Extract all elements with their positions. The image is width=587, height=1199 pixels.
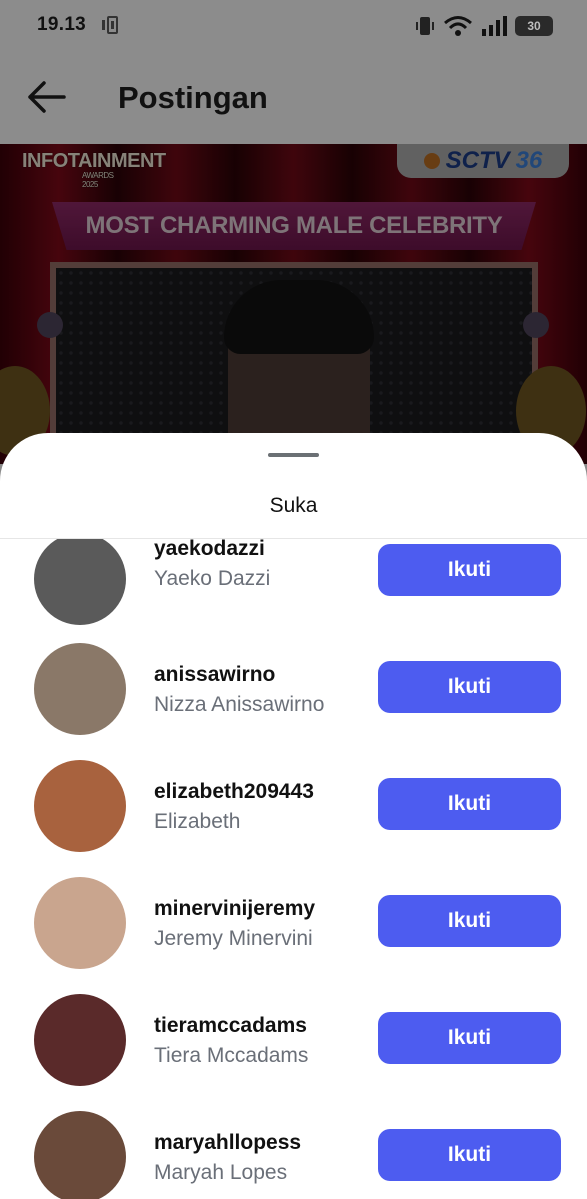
dim-overlay	[0, 144, 587, 464]
user-name: Yaeko Dazzi	[154, 567, 271, 590]
sheet-title: Suka	[269, 494, 318, 517]
user-handle[interactable]: yaekodazzi	[154, 539, 265, 561]
follow-button[interactable]: Ikuti	[378, 1012, 561, 1064]
user-name: Jeremy Minervini	[154, 927, 313, 950]
media-icon	[102, 16, 118, 34]
user-name: Nizza Anissawirno	[154, 693, 325, 716]
status-icons: 30	[415, 14, 553, 38]
user-handle[interactable]: minervinijeremy	[154, 897, 315, 921]
list-item: anissawirno Nizza Anissawirno Ikuti	[0, 643, 587, 760]
status-time: 19.13	[37, 14, 87, 35]
avatar[interactable]	[34, 877, 126, 969]
list-item: tieramccadams Tiera Mccadams Ikuti	[0, 994, 587, 1111]
battery-icon: 30	[515, 16, 553, 36]
user-handle[interactable]: tieramccadams	[154, 1014, 307, 1038]
follow-button[interactable]: Ikuti	[378, 661, 561, 713]
user-name: Elizabeth	[154, 810, 241, 833]
avatar[interactable]	[34, 643, 126, 735]
wifi-icon	[444, 16, 472, 36]
user-handle[interactable]: elizabeth209443	[154, 780, 314, 804]
user-handle[interactable]: maryahllopess	[154, 1131, 301, 1155]
post-image[interactable]: MOST CHARMING MALE CELEBRITY INFOTAINMEN…	[0, 144, 587, 464]
vibrate-icon	[416, 17, 434, 35]
follow-button[interactable]: Ikuti	[378, 895, 561, 947]
status-bar: 19.13 30	[0, 0, 587, 52]
battery-level: 30	[527, 19, 541, 33]
follow-button[interactable]: Ikuti	[378, 1129, 561, 1181]
user-name: Maryah Lopes	[154, 1161, 288, 1184]
avatar[interactable]	[34, 1111, 126, 1199]
list-item: elizabeth209443 Elizabeth Ikuti	[0, 760, 587, 877]
page-title: Postingan	[118, 80, 268, 115]
app-header: Postingan	[0, 52, 587, 144]
screen: 19.13 30 Postingan MOST CHARMING MALE CE…	[0, 0, 587, 1199]
avatar[interactable]	[34, 760, 126, 852]
list-item: minervinijeremy Jeremy Minervini Ikuti	[0, 877, 587, 994]
signal-icon	[482, 16, 507, 36]
likes-bottom-sheet: Suka yaekodazzi Yaeko Dazzi Ikuti anissa…	[0, 433, 587, 1199]
user-name: Tiera Mccadams	[154, 1044, 309, 1067]
user-handle[interactable]: anissawirno	[154, 663, 275, 687]
list-item: maryahllopess Maryah Lopes Ikuti	[0, 1111, 587, 1199]
drag-handle[interactable]	[268, 453, 319, 457]
avatar[interactable]	[34, 994, 126, 1086]
follow-button[interactable]: Ikuti	[378, 544, 561, 596]
follow-button[interactable]: Ikuti	[378, 778, 561, 830]
list-item: yaekodazzi Yaeko Dazzi Ikuti	[0, 539, 587, 643]
arrow-left-icon[interactable]	[26, 80, 66, 114]
likes-list[interactable]: yaekodazzi Yaeko Dazzi Ikuti anissawirno…	[0, 539, 587, 1199]
avatar[interactable]	[34, 539, 126, 625]
